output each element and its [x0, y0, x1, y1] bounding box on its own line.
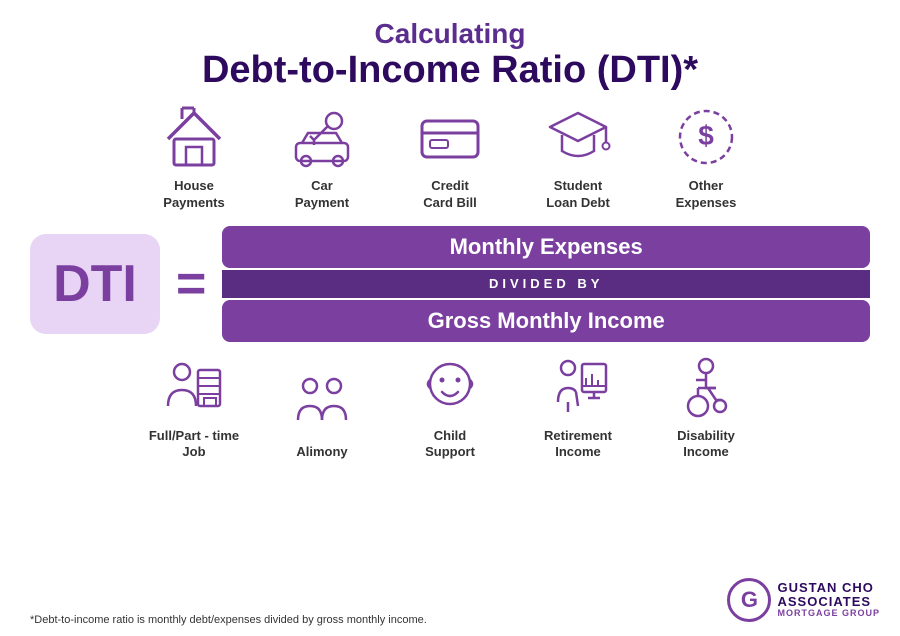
numerator-bar: Monthly Expenses [222, 226, 870, 268]
main-container: Calculating Debt-to-Income Ratio (DTI)* … [0, 0, 900, 636]
icon-child-support: ChildSupport [400, 352, 500, 462]
fraction-block: Monthly Expenses DIVIDED BY Gross Monthl… [222, 226, 870, 342]
alimony-icon [287, 368, 357, 438]
house-payments-label: HousePayments [163, 178, 224, 212]
logo-line2: ASSOCIATES [777, 595, 880, 609]
logo-circle: G [727, 578, 771, 622]
divider-bar: DIVIDED BY [222, 270, 870, 298]
icon-other-expenses: $ OtherExpenses [656, 102, 756, 212]
car-payment-label: CarPayment [295, 178, 349, 212]
subtitle: Calculating [202, 18, 698, 50]
icon-retirement: RetirementIncome [528, 352, 628, 462]
retirement-label: RetirementIncome [544, 428, 612, 462]
icon-job: Full/Part - timeJob [144, 352, 244, 462]
credit-card-label: CreditCard Bill [423, 178, 476, 212]
dollar-icon: $ [671, 102, 741, 172]
job-label: Full/Part - timeJob [149, 428, 239, 462]
student-loan-label: StudentLoan Debt [546, 178, 610, 212]
retirement-icon [543, 352, 613, 422]
svg-text:$: $ [698, 120, 714, 151]
grad-icon [543, 102, 613, 172]
dti-label: DTI [53, 254, 137, 314]
icon-car-payment: CarPayment [272, 102, 372, 212]
denominator-bar: Gross Monthly Income [222, 300, 870, 342]
logo-line3: MORTGAGE GROUP [777, 609, 880, 619]
card-icon [415, 102, 485, 172]
formula-section: DTI = Monthly Expenses DIVIDED BY Gross … [30, 226, 870, 342]
icon-house-payments: HousePayments [144, 102, 244, 212]
footnote: *Debt-to-income ratio is monthly debt/ex… [30, 614, 427, 626]
other-expenses-label: OtherExpenses [676, 178, 737, 212]
icon-alimony: Alimony [272, 368, 372, 461]
icon-student-loan: StudentLoan Debt [528, 102, 628, 212]
numerator-text: Monthly Expenses [450, 234, 643, 259]
logo-area: G GUSTAN CHO ASSOCIATES MORTGAGE GROUP [727, 578, 880, 622]
disability-icon [671, 352, 741, 422]
logo-g-letter: G [741, 587, 758, 613]
icon-credit-card: CreditCard Bill [400, 102, 500, 212]
logo-line1: GUSTAN CHO [777, 581, 880, 595]
denominator-text: Gross Monthly Income [428, 308, 665, 333]
main-title: Debt-to-Income Ratio (DTI)* [202, 50, 698, 92]
title-section: Calculating Debt-to-Income Ratio (DTI)* [202, 18, 698, 92]
disability-label: DisabilityIncome [677, 428, 735, 462]
icon-disability: DisabilityIncome [656, 352, 756, 462]
house-icon [159, 102, 229, 172]
equals-sign: = [176, 254, 206, 314]
alimony-label: Alimony [296, 444, 347, 461]
car-icon [287, 102, 357, 172]
job-icon [159, 352, 229, 422]
dti-box: DTI [30, 234, 160, 334]
child-icon [415, 352, 485, 422]
divider-text: DIVIDED BY [489, 276, 603, 291]
bottom-icons-row: Full/Part - timeJob Alimony [144, 352, 756, 462]
top-icons-row: HousePayments CarPayment [144, 102, 756, 212]
child-support-label: ChildSupport [425, 428, 475, 462]
logo-text-block: GUSTAN CHO ASSOCIATES MORTGAGE GROUP [777, 581, 880, 619]
